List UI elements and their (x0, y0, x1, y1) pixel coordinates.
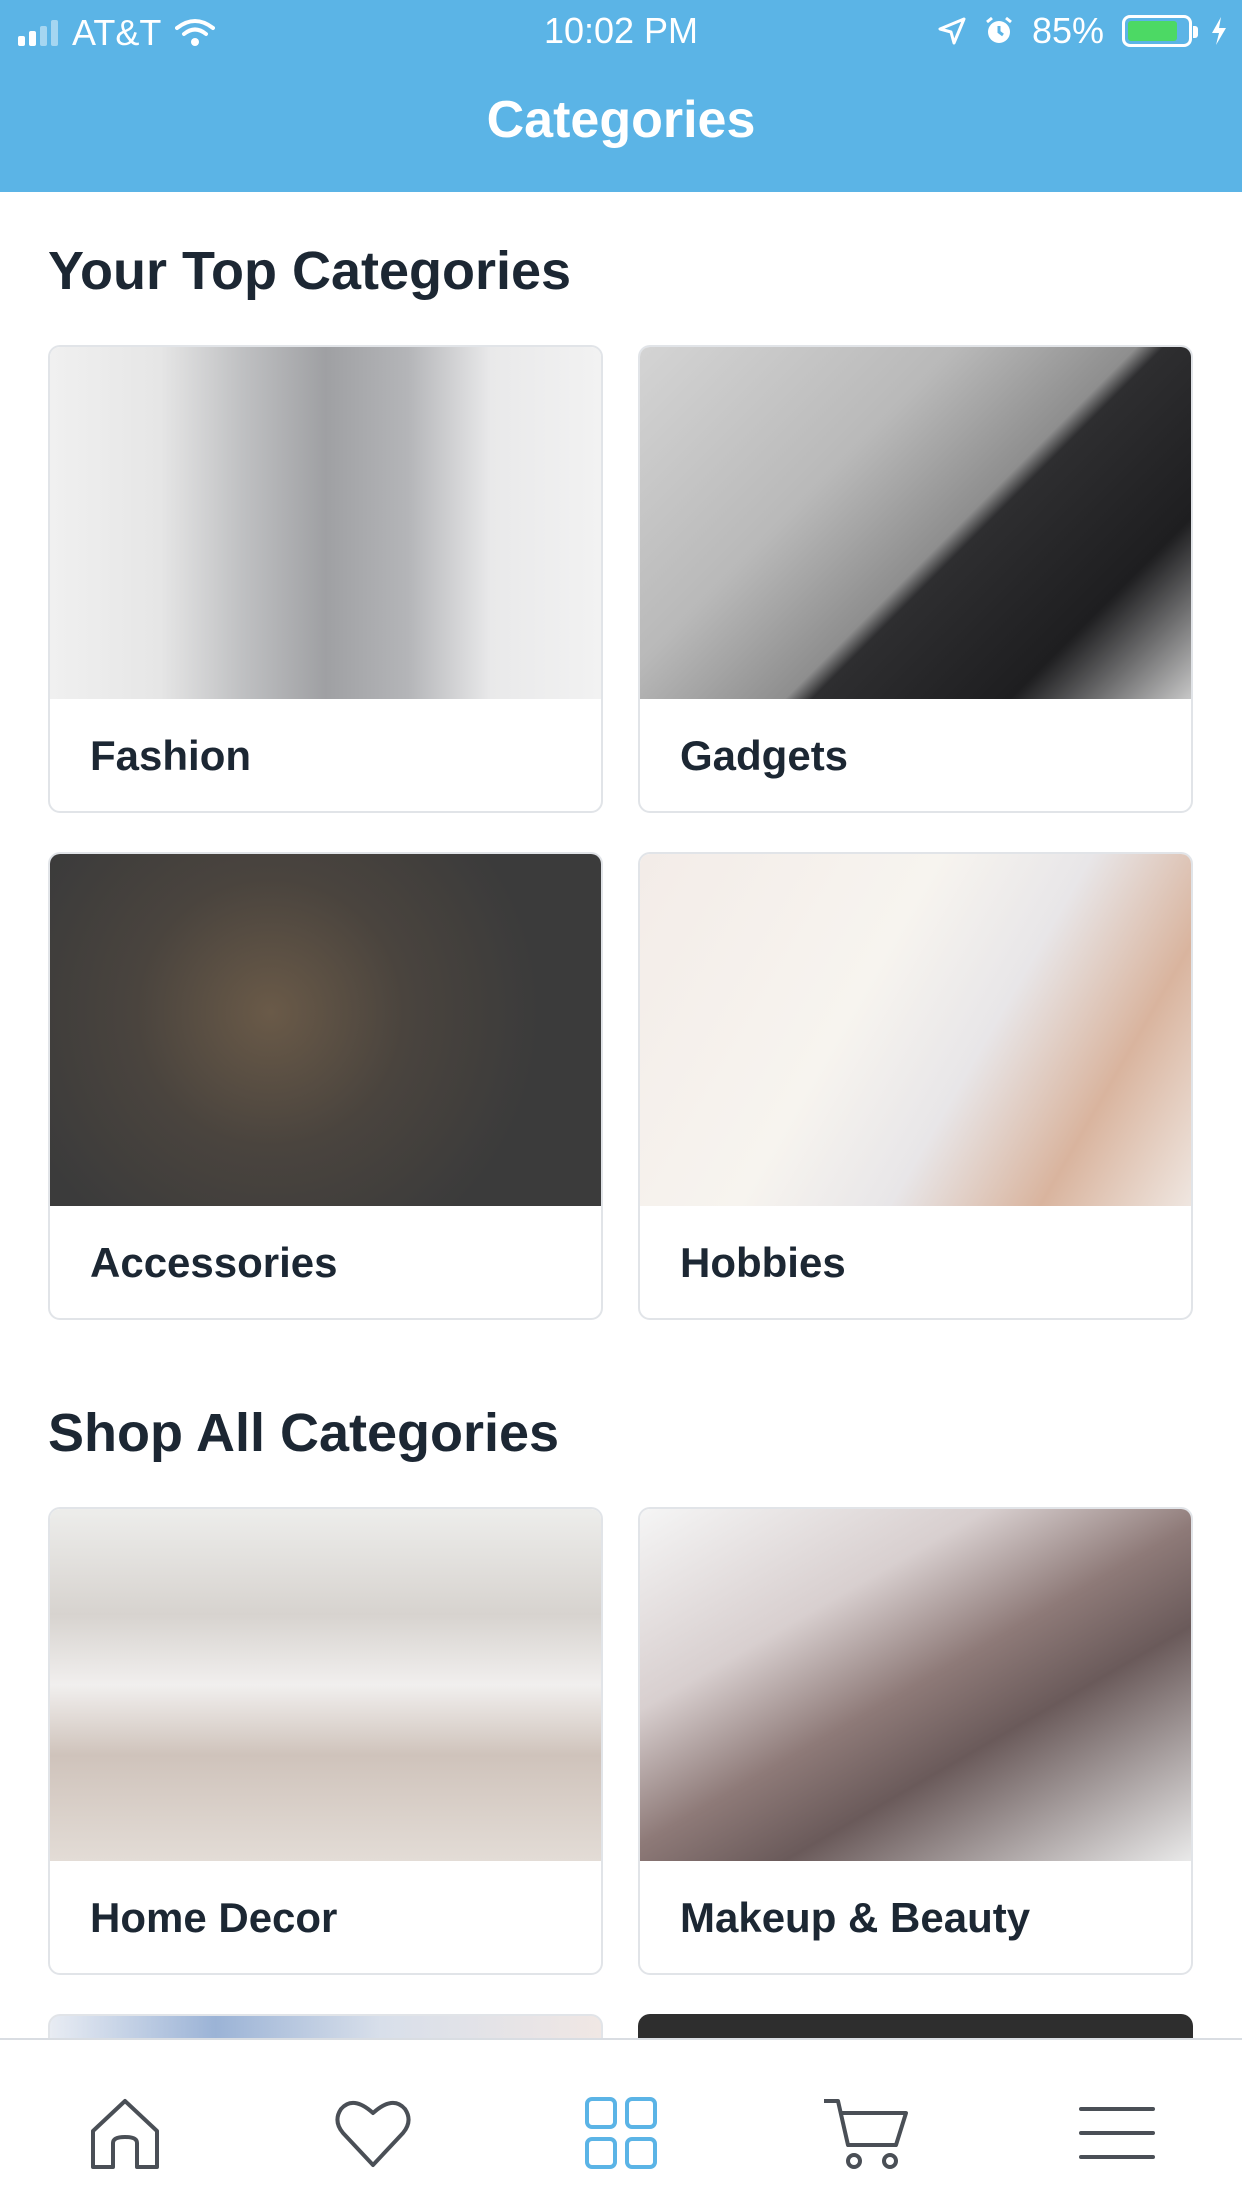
category-label: Gadgets (680, 732, 849, 779)
category-card-accessories[interactable]: Accessories (48, 852, 603, 1320)
category-image (640, 1509, 1191, 1861)
top-bar: AT&T 10:02 PM 85% Categories (0, 0, 1242, 192)
heart-icon (335, 2101, 411, 2167)
category-image (50, 347, 601, 699)
status-bar: AT&T 10:02 PM 85% (0, 0, 1242, 62)
tab-cart[interactable] (822, 2088, 912, 2178)
category-label: Hobbies (680, 1239, 846, 1286)
home-icon (91, 2099, 159, 2169)
category-image (50, 854, 601, 1206)
location-arrow-icon (938, 17, 966, 45)
category-card-home-decor[interactable]: Home Decor (48, 1507, 603, 1975)
category-card-hobbies[interactable]: Hobbies (638, 852, 1193, 1320)
all-categories-title: Shop All Categories (48, 1403, 560, 1463)
tab-bar (0, 2038, 1242, 2208)
category-label: Accessories (90, 1239, 338, 1286)
category-card-makeup-beauty[interactable]: Makeup & Beauty (638, 1507, 1193, 1975)
alarm-icon (986, 16, 1012, 43)
tab-home[interactable] (80, 2088, 170, 2178)
category-image (640, 347, 1191, 699)
category-image (640, 854, 1191, 1206)
cart-icon (824, 2099, 908, 2169)
tab-favorites[interactable] (328, 2088, 418, 2178)
top-categories-title: Your Top Categories (48, 241, 572, 301)
charging-bolt-icon (1212, 17, 1226, 45)
tab-menu[interactable] (1072, 2088, 1162, 2178)
category-label: Makeup & Beauty (680, 1894, 1031, 1941)
category-label: Fashion (90, 732, 252, 779)
page-title: Categories (486, 91, 756, 149)
category-image (50, 1509, 601, 1861)
tab-categories[interactable] (576, 2088, 666, 2178)
category-label: Home Decor (90, 1894, 338, 1941)
category-card-fashion[interactable]: Fashion (48, 345, 603, 813)
menu-icon (1079, 2107, 1155, 2159)
battery-percent: 85% (1031, 10, 1104, 51)
category-card-gadgets[interactable]: Gadgets (638, 345, 1193, 813)
grid-icon (585, 2097, 657, 2169)
battery-icon (1122, 15, 1198, 47)
